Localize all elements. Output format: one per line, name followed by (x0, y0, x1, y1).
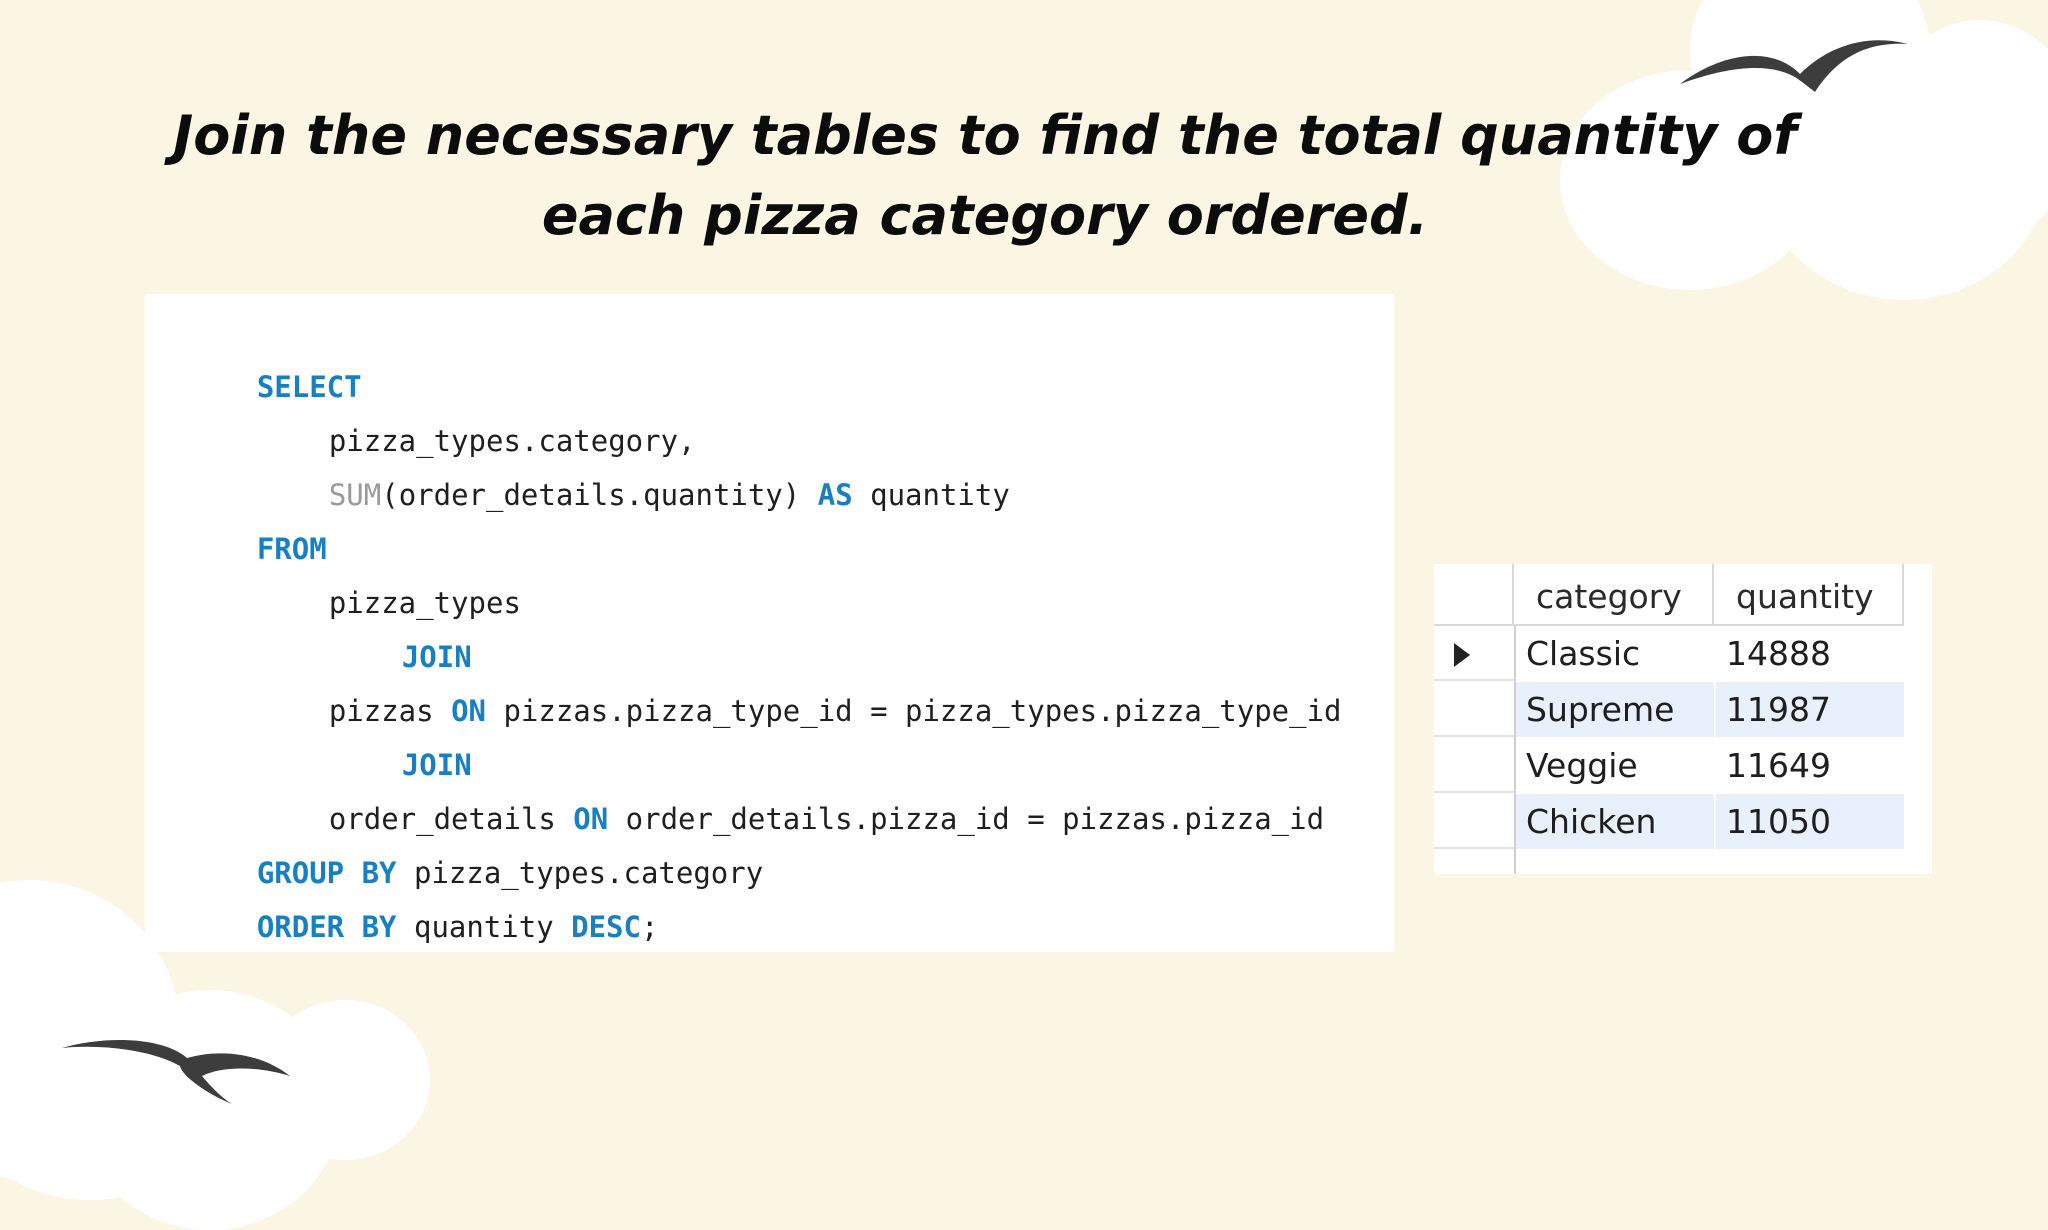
table-cell-quantity[interactable]: 11649 (1716, 738, 1906, 793)
row-pointer-icon (1454, 643, 1470, 667)
sql-text: quantity (396, 910, 572, 944)
column-divider (1714, 626, 1716, 850)
table-cell-category[interactable]: Classic (1516, 626, 1714, 681)
column-header-category[interactable]: category (1514, 564, 1714, 626)
code-line: pizza_types (259, 522, 521, 620)
code-line: ORDER BY quantity DESC; (187, 846, 659, 944)
row-header[interactable] (1434, 682, 1514, 737)
code-line: FROM (187, 468, 327, 566)
bird-icon (62, 1039, 290, 1104)
page-title: Join the necessary tables to find the to… (173, 104, 1797, 247)
sql-function: SUM (328, 478, 382, 512)
table-cell-quantity[interactable]: 11050 (1716, 794, 1906, 849)
table-cell-category[interactable]: Supreme (1516, 682, 1714, 737)
sql-keyword: AS (817, 478, 853, 512)
code-line: GROUP BY pizza_types.category (187, 792, 763, 890)
row-header[interactable] (1434, 738, 1514, 793)
sql-code-panel: SELECT pizza_types.category, SUM(order_d… (145, 294, 1394, 952)
code-line: SELECT (187, 306, 362, 404)
sql-text: ; (640, 910, 659, 944)
code-line: pizzas ON pizzas.pizza_type_id = pizza_t… (259, 630, 1342, 728)
sql-keyword: DESC (571, 910, 641, 944)
row-header-corner (1434, 564, 1514, 626)
table-cell-quantity[interactable]: 14888 (1716, 626, 1906, 681)
code-line: SUM(order_details.quantity) AS quantity (259, 414, 1010, 512)
table-cell-category[interactable]: Veggie (1516, 738, 1714, 793)
code-line: pizza_types.category, (259, 360, 696, 458)
table-cell-quantity[interactable]: 11987 (1716, 682, 1906, 737)
result-grid: category quantity Classic 14888 Supreme … (1434, 564, 1932, 874)
sql-keyword: ORDER BY (256, 910, 397, 944)
table-cell-category[interactable]: Chicken (1516, 794, 1714, 849)
code-line: JOIN (332, 684, 472, 782)
row-header[interactable] (1434, 626, 1514, 681)
code-line: order_details ON order_details.pizza_id … (259, 738, 1324, 836)
bird-icon (1680, 40, 1908, 92)
code-line: JOIN (332, 576, 472, 674)
column-header-quantity[interactable]: quantity (1714, 564, 1904, 626)
row-header[interactable] (1434, 794, 1514, 849)
sql-text: quantity (852, 478, 1010, 512)
sql-text: pizzas.pizza_type_id = pizza_types.pizza… (485, 694, 1342, 728)
sql-text: (order_details.quantity) (381, 478, 818, 512)
